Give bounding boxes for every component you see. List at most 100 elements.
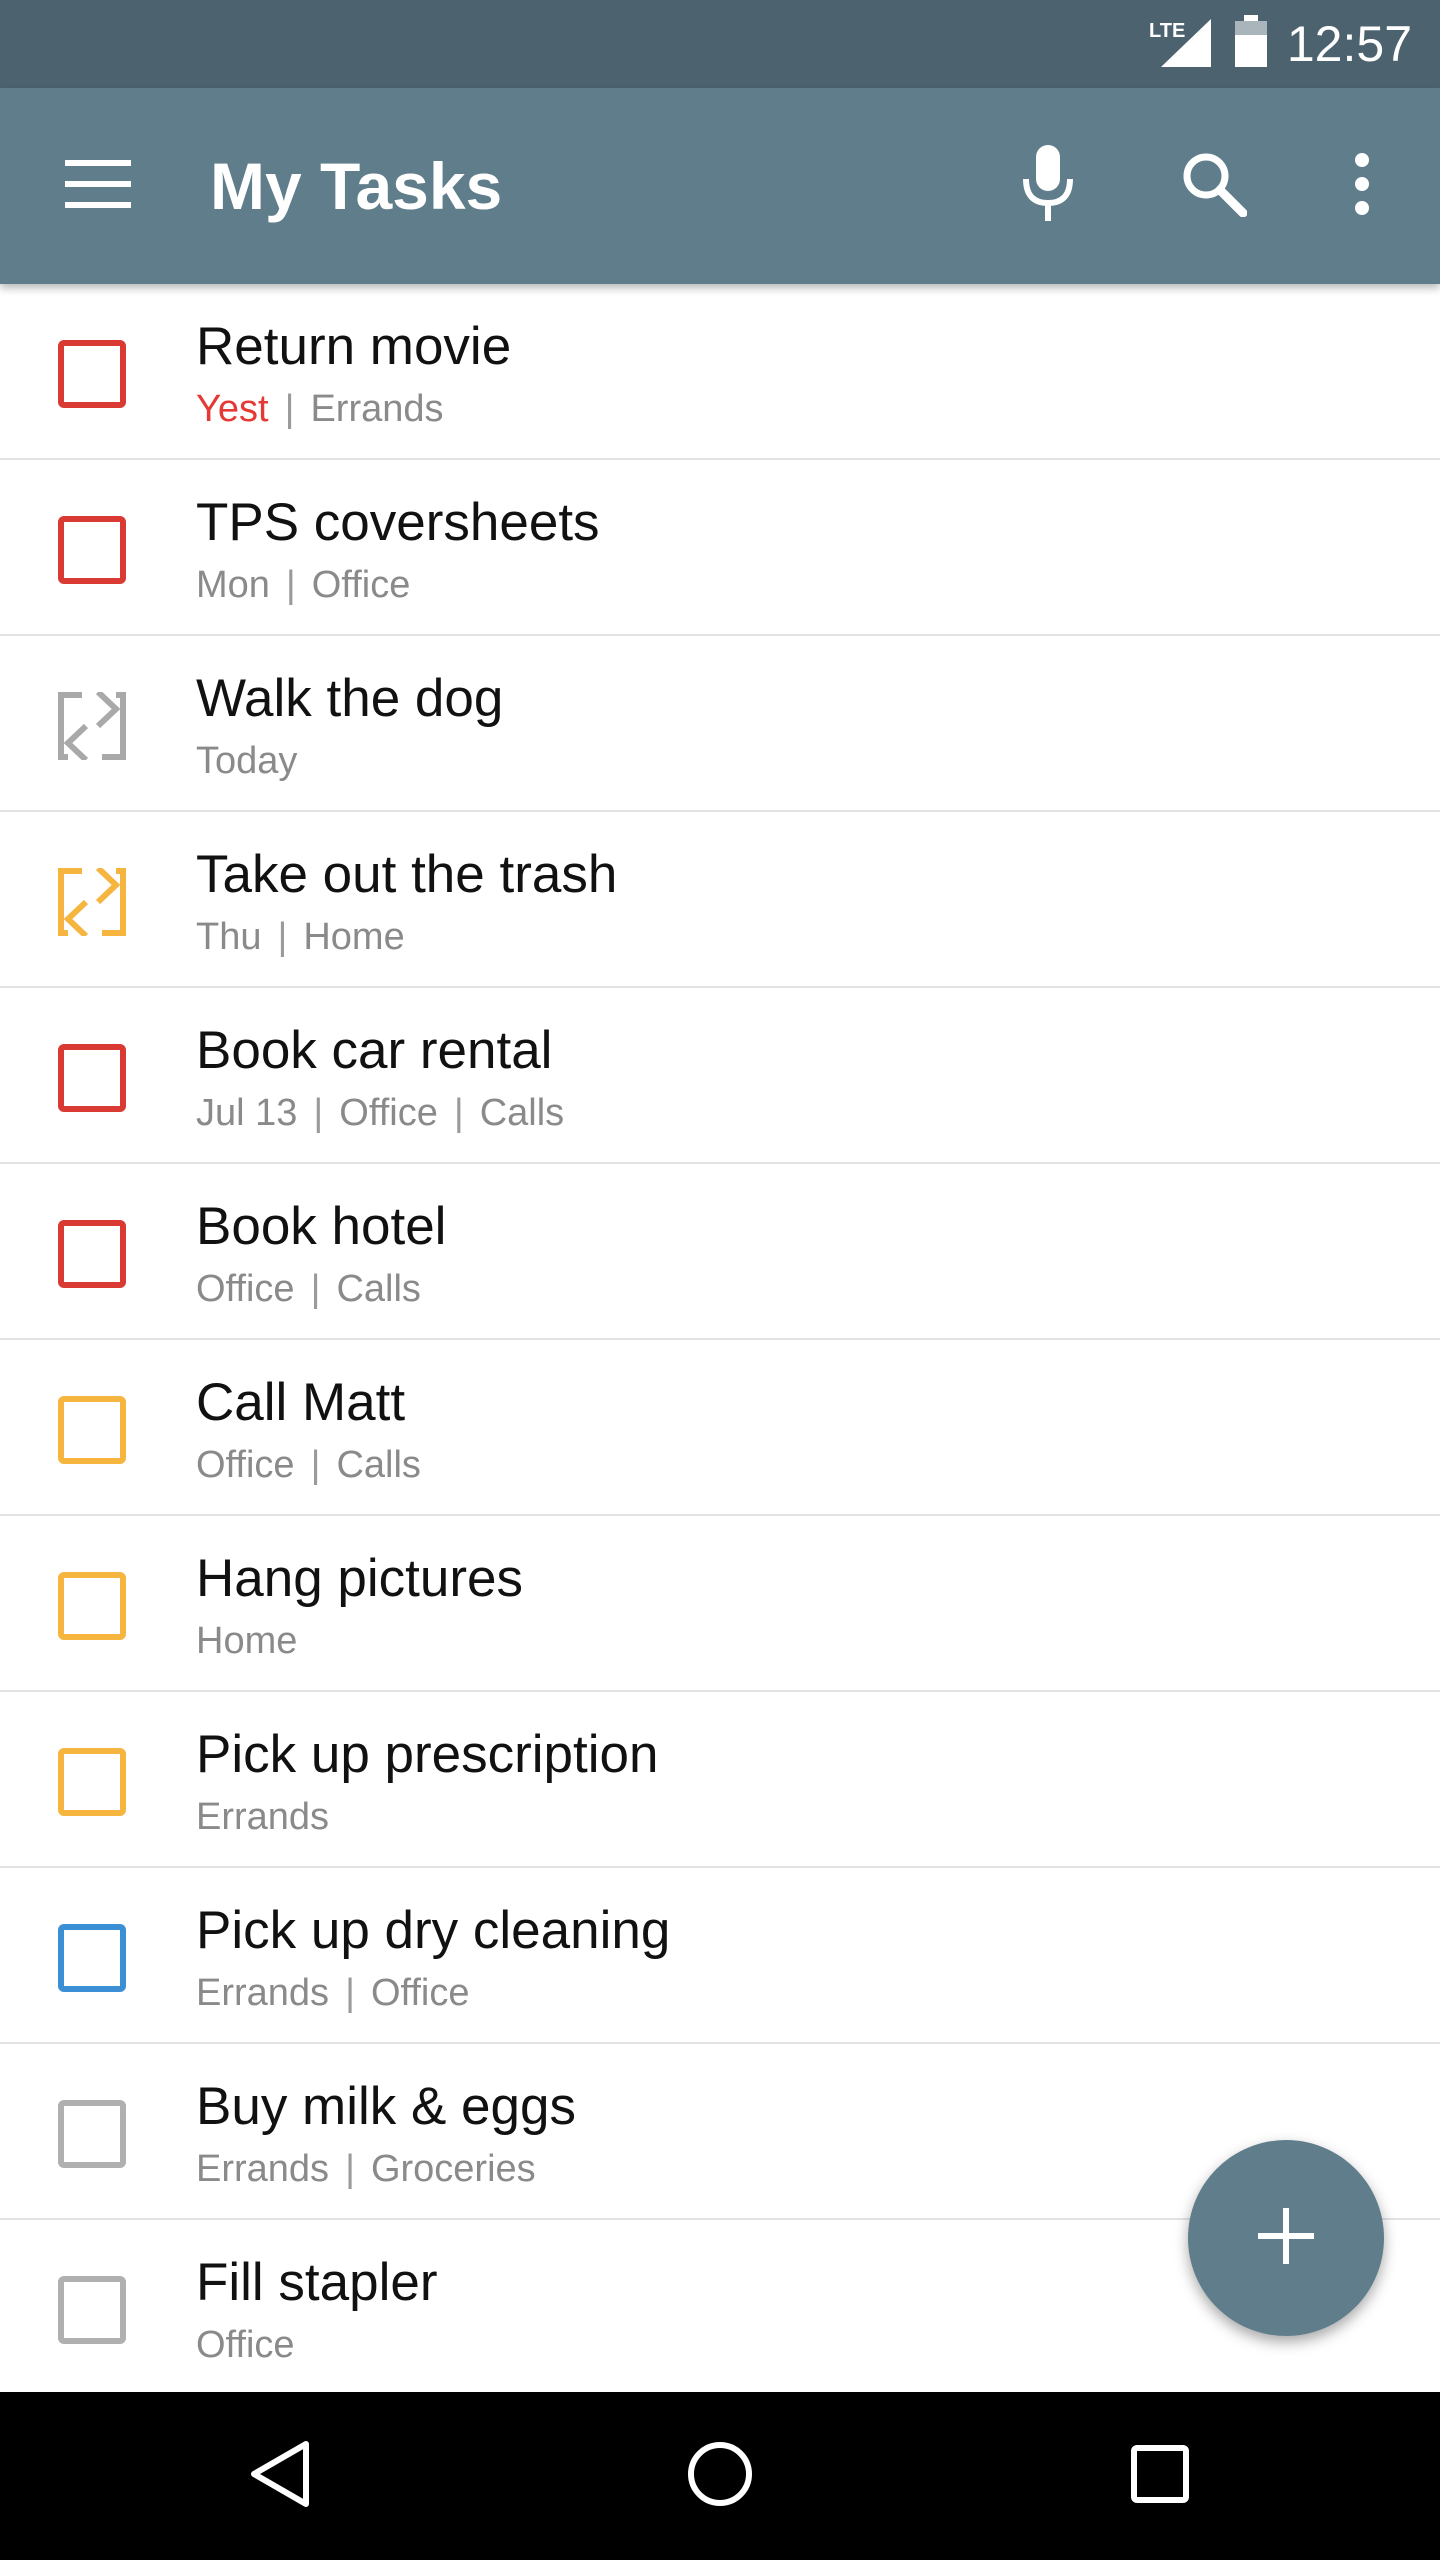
recents-icon bbox=[1131, 2444, 1189, 2508]
task-due-date: Yest bbox=[196, 388, 269, 430]
network-type-label: LTE bbox=[1149, 20, 1185, 42]
task-title: Walk the dog bbox=[196, 669, 504, 728]
checkbox-icon[interactable] bbox=[58, 2100, 126, 2168]
task-tag: Calls bbox=[336, 1444, 421, 1486]
task-tag: Home bbox=[196, 1620, 298, 1662]
menu-button[interactable] bbox=[38, 126, 158, 246]
task-row[interactable]: Walk the dog Today bbox=[0, 636, 1440, 812]
checkbox-icon[interactable] bbox=[58, 1924, 126, 1992]
battery-icon bbox=[1233, 14, 1269, 74]
microphone-icon bbox=[1020, 144, 1076, 228]
meta-separator: | bbox=[310, 1268, 321, 1310]
task-tag: Office bbox=[196, 1268, 295, 1310]
add-task-button[interactable] bbox=[1188, 2140, 1384, 2336]
meta-separator: | bbox=[453, 1092, 464, 1134]
task-tag: Home bbox=[303, 916, 405, 958]
repeat-checkbox-icon[interactable] bbox=[58, 865, 126, 939]
task-due-date: Mon bbox=[196, 564, 270, 606]
home-button[interactable] bbox=[620, 2392, 820, 2560]
meta-separator: | bbox=[310, 1444, 321, 1486]
task-tag: Errands bbox=[196, 2148, 330, 2190]
home-icon bbox=[687, 2441, 753, 2512]
task-row[interactable]: Book hotel Office | Calls bbox=[0, 1164, 1440, 1340]
task-meta: Thu | Home bbox=[196, 916, 405, 959]
checkbox-icon[interactable] bbox=[58, 1396, 126, 1464]
lte-signal-icon: LTE bbox=[1149, 15, 1215, 74]
task-tag: Office bbox=[370, 1972, 470, 2014]
task-title: Book hotel bbox=[196, 1197, 447, 1256]
checkbox-icon[interactable] bbox=[58, 340, 126, 408]
task-row[interactable]: TPS coversheets Mon | Office bbox=[0, 460, 1440, 636]
checkbox-icon[interactable] bbox=[58, 516, 126, 584]
task-tag: Office bbox=[196, 1444, 295, 1486]
task-title: Take out the trash bbox=[196, 845, 618, 904]
add-icon bbox=[1258, 2207, 1314, 2269]
task-row[interactable]: Take out the trash Thu | Home bbox=[0, 812, 1440, 988]
task-title: Book car rental bbox=[196, 1021, 553, 1080]
checkbox-icon[interactable] bbox=[58, 1220, 126, 1288]
task-meta: Mon | Office bbox=[196, 564, 410, 607]
navigation-bar bbox=[0, 2392, 1440, 2560]
status-icons: LTE 12:57 bbox=[1149, 0, 1412, 88]
task-meta: Jul 13 | Office | Calls bbox=[196, 1092, 564, 1135]
task-meta: Errands bbox=[196, 1796, 329, 1839]
task-tag: Errands bbox=[196, 1796, 330, 1838]
meta-separator: | bbox=[345, 1972, 355, 2014]
task-meta: Office | Calls bbox=[196, 1268, 421, 1311]
task-title: Hang pictures bbox=[196, 1549, 524, 1608]
task-due-date: Jul 13 bbox=[196, 1092, 298, 1134]
search-button[interactable] bbox=[1154, 126, 1274, 246]
task-tag: Groceries bbox=[370, 2148, 536, 2190]
search-icon bbox=[1181, 151, 1248, 222]
task-meta: Office | Calls bbox=[196, 1444, 421, 1487]
task-title: Return movie bbox=[196, 317, 512, 376]
checkbox-icon[interactable] bbox=[58, 1748, 126, 1816]
task-title: Pick up prescription bbox=[196, 1725, 659, 1784]
back-button[interactable] bbox=[180, 2392, 380, 2560]
menu-icon bbox=[65, 159, 131, 213]
checkbox-icon[interactable] bbox=[58, 2276, 126, 2344]
repeat-checkbox-icon[interactable] bbox=[58, 689, 126, 763]
task-row[interactable]: Return movie Yest | Errands bbox=[0, 284, 1440, 460]
page-title: My Tasks bbox=[210, 149, 503, 223]
meta-separator: | bbox=[284, 388, 295, 430]
task-title: TPS coversheets bbox=[196, 493, 600, 552]
task-row[interactable]: Call Matt Office | Calls bbox=[0, 1340, 1440, 1516]
task-due-date: Today bbox=[196, 740, 298, 782]
voice-input-button[interactable] bbox=[988, 126, 1108, 246]
meta-separator: | bbox=[285, 564, 296, 606]
task-tag: Errands bbox=[196, 1972, 330, 2014]
recents-button[interactable] bbox=[1060, 2392, 1260, 2560]
task-tag: Office bbox=[339, 1092, 438, 1134]
status-time: 12:57 bbox=[1286, 16, 1412, 72]
task-title: Pick up dry cleaning bbox=[196, 1901, 671, 1960]
task-row[interactable]: Pick up dry cleaning Errands | Office bbox=[0, 1868, 1440, 2044]
task-meta: Office bbox=[196, 2324, 295, 2367]
task-row[interactable]: Hang pictures Home bbox=[0, 1516, 1440, 1692]
task-meta: Errands | Groceries bbox=[196, 2148, 536, 2191]
task-title: Buy milk & eggs bbox=[196, 2077, 576, 2136]
task-tag: Office bbox=[311, 564, 411, 606]
more-options-button[interactable] bbox=[1302, 126, 1422, 246]
task-due-date: Thu bbox=[196, 916, 262, 958]
task-title: Call Matt bbox=[196, 1373, 406, 1432]
checkbox-icon[interactable] bbox=[58, 1044, 126, 1112]
more-vert-icon bbox=[1354, 152, 1370, 221]
meta-separator: | bbox=[313, 1092, 324, 1134]
task-tag: Calls bbox=[336, 1268, 421, 1310]
meta-separator: | bbox=[277, 916, 288, 958]
back-icon bbox=[248, 2439, 312, 2514]
status-bar: LTE 12:57 bbox=[0, 0, 1440, 88]
task-meta: Yest | Errands bbox=[196, 388, 444, 431]
task-list: Return movie Yest | Errands TPS coversheets M… bbox=[0, 284, 1440, 2392]
task-row[interactable]: Pick up prescription Errands bbox=[0, 1692, 1440, 1868]
task-meta: Errands | Office bbox=[196, 1972, 470, 2015]
meta-separator: | bbox=[345, 2148, 355, 2190]
checkbox-icon[interactable] bbox=[58, 1572, 126, 1640]
task-row[interactable]: Book car rental Jul 13 | Office | Calls bbox=[0, 988, 1440, 1164]
task-tag: Errands bbox=[310, 388, 444, 430]
task-tag: Calls bbox=[479, 1092, 565, 1134]
app-bar: My Tasks bbox=[0, 88, 1440, 284]
task-meta: Home bbox=[196, 1620, 297, 1663]
task-tag: Office bbox=[196, 2324, 295, 2366]
